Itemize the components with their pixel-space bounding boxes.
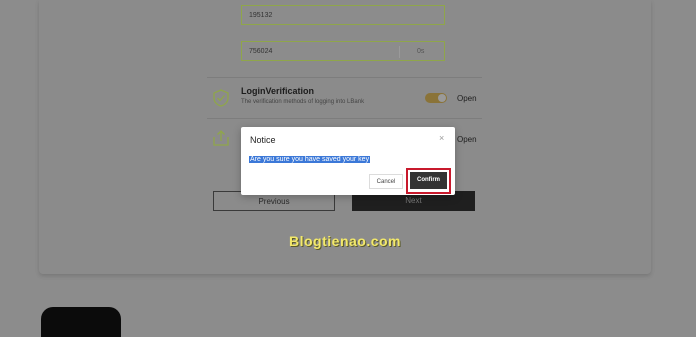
login-verification-toggle[interactable]	[425, 93, 447, 103]
confirm-button[interactable]: Confirm	[410, 172, 447, 189]
cancel-button[interactable]: Cancel	[369, 174, 403, 189]
toggle-knob	[438, 94, 446, 102]
close-icon[interactable]: ×	[439, 133, 444, 143]
code-input-1[interactable]: 195132	[241, 5, 445, 25]
login-verification-title: LoginVerification	[241, 86, 315, 96]
second-row-status: Open	[457, 135, 477, 144]
field-separator	[399, 46, 400, 58]
watermark: Blogtienao.com	[289, 233, 402, 249]
phone-graphic	[41, 307, 121, 337]
dialog-message: Are you sure you have saved your key	[249, 156, 371, 163]
code-input-2[interactable]: 756024 0s	[241, 41, 445, 61]
code-input-1-value: 195132	[249, 12, 273, 19]
resend-countdown: 0s	[417, 48, 425, 55]
code-input-2-value: 756024	[249, 48, 273, 55]
upload-icon	[213, 130, 229, 146]
divider	[207, 77, 482, 78]
login-verification-status: Open	[457, 94, 477, 103]
dialog-title: Notice	[250, 135, 276, 145]
divider	[207, 118, 482, 119]
shield-check-icon	[213, 89, 229, 107]
notice-dialog: Notice × Are you sure you have saved you…	[241, 127, 455, 195]
login-verification-description: The verification methods of logging into…	[241, 99, 365, 105]
